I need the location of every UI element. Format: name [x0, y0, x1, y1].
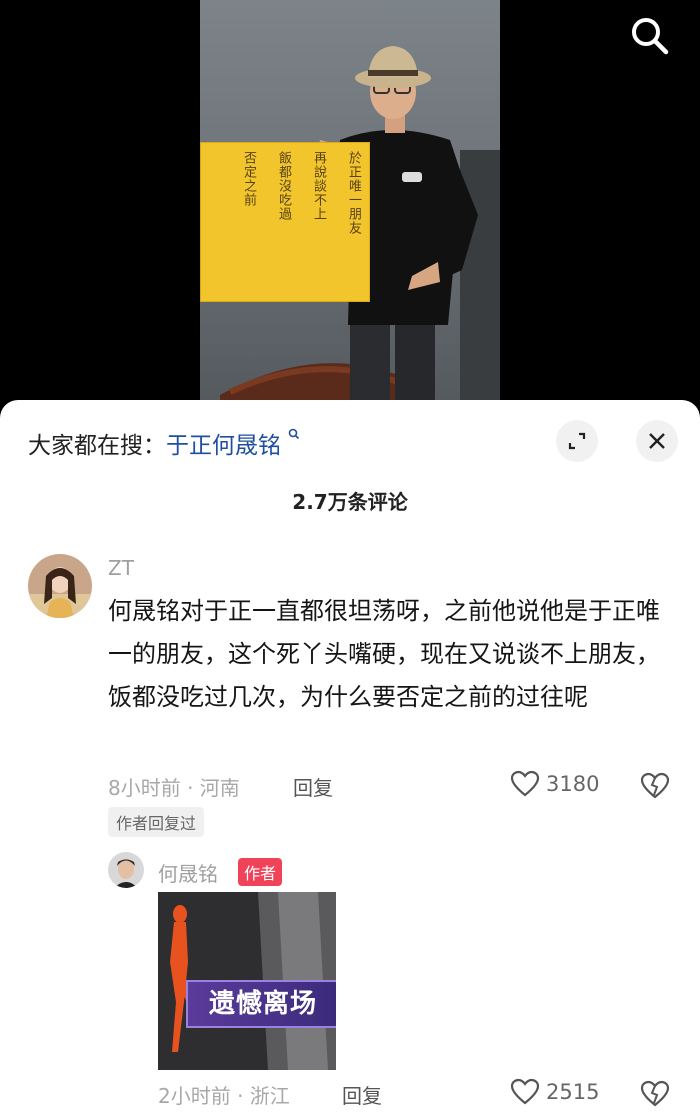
video-player[interactable]: 於正唯一朋友 再說談不上 飯都沒吃過 否定之前	[0, 0, 700, 420]
avatar[interactable]	[28, 554, 92, 618]
heart-icon	[510, 1078, 540, 1105]
author-replied-badge: 作者回复过	[108, 807, 205, 837]
search-icon[interactable]	[628, 14, 672, 58]
trending-search-keyword[interactable]: 于正何晟铭	[166, 433, 281, 459]
comment-panel: 大家都在搜：于正何晟铭 2.7万条评论 ZT 何晟铭对于正一直都很坦荡呀，之前他…	[0, 400, 700, 1113]
sticker-caption: 遗憾离场	[186, 980, 336, 1028]
reply-sticker-image[interactable]: 遗憾离场	[158, 892, 336, 1070]
expand-button[interactable]	[556, 420, 598, 462]
search-mini-icon	[283, 426, 300, 444]
reply-reply-button[interactable]: 回复	[342, 1080, 382, 1109]
like-count: 3180	[546, 772, 600, 796]
reply-button[interactable]: 回复	[293, 772, 333, 801]
calligraphy-column: 否定之前	[241, 151, 256, 207]
video-frame: 於正唯一朋友 再說談不上 飯都沒吃過 否定之前	[200, 0, 500, 400]
reply-username[interactable]: 何晟铭	[158, 858, 218, 887]
reply-avatar[interactable]	[108, 852, 144, 888]
calligraphy-column: 飯都沒吃過	[276, 151, 291, 221]
comment-count: 2.7万条评论	[292, 490, 408, 514]
close-icon	[649, 433, 665, 449]
calligraphy-column: 再說談不上	[311, 151, 326, 221]
heart-icon	[510, 770, 540, 797]
trending-search-prefix: 大家都在搜：	[28, 433, 166, 459]
author-tag: 作者	[238, 858, 283, 886]
close-button[interactable]	[636, 420, 678, 462]
comment-meta: 8小时前 · 河南	[108, 776, 240, 800]
calligraphy-column: 於正唯一朋友	[346, 151, 361, 235]
dislike-button[interactable]	[640, 772, 670, 804]
reply-meta: 2小时前 · 浙江	[158, 1084, 290, 1108]
reply-like-count: 2515	[546, 1080, 600, 1104]
broken-heart-icon	[640, 1080, 670, 1107]
broken-heart-icon	[640, 772, 670, 799]
expand-icon	[568, 432, 586, 450]
calligraphy-board: 於正唯一朋友 再說談不上 飯都沒吃過 否定之前	[200, 142, 370, 302]
reply-like-button[interactable]: 2515	[510, 1078, 599, 1106]
comment-username[interactable]: ZT	[108, 556, 134, 580]
reply-dislike-button[interactable]	[640, 1080, 670, 1112]
comment-text: 何晟铭对于正一直都很坦荡呀，之前他说他是于正唯一的朋友，这个死丫头嘴硬，现在又说…	[108, 597, 660, 711]
like-button[interactable]: 3180	[510, 770, 599, 798]
trending-search[interactable]: 大家都在搜：于正何晟铭	[28, 426, 300, 460]
